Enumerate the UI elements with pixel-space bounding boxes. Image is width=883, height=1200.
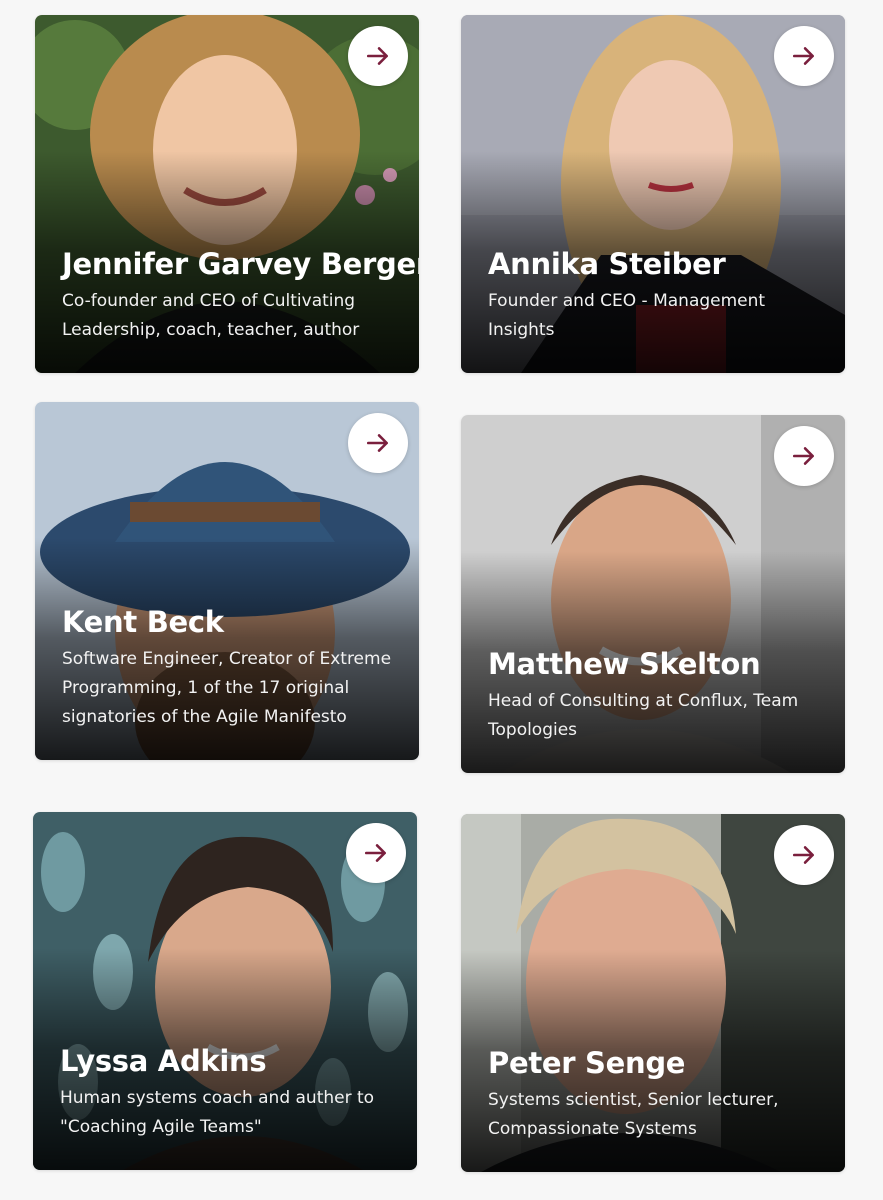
speaker-info: Kent Beck Software Engineer, Creator of … (62, 605, 395, 732)
speaker-card-kent-beck[interactable]: Kent Beck Software Engineer, Creator of … (35, 402, 419, 760)
open-profile-button[interactable] (774, 825, 834, 885)
speaker-card-annika-steiber[interactable]: Annika Steiber Founder and CEO - Managem… (461, 15, 845, 373)
speaker-info: Lyssa Adkins Human systems coach and aut… (60, 1044, 393, 1142)
speaker-role: Systems scientist, Senior lecturer, Comp… (488, 1090, 779, 1139)
speaker-role: Co-founder and CEO of Cultivating Leader… (62, 291, 360, 340)
arrow-right-icon (366, 434, 388, 452)
open-profile-button[interactable] (774, 426, 834, 486)
speaker-card-peter-senge[interactable]: Peter Senge Systems scientist, Senior le… (461, 814, 845, 1172)
open-profile-button[interactable] (346, 823, 406, 883)
speaker-role: Head of Consulting at Conflux, Team Topo… (488, 691, 799, 740)
speaker-name: Jennifer Garvey Berger (62, 247, 419, 281)
speaker-name: Peter Senge (488, 1046, 686, 1080)
speaker-role: Founder and CEO - Management Insights (488, 291, 766, 340)
open-profile-button[interactable] (774, 26, 834, 86)
arrow-right-icon (364, 844, 386, 862)
arrow-right-icon (792, 447, 814, 465)
speaker-name: Kent Beck (62, 605, 224, 639)
arrow-right-icon (792, 846, 814, 864)
open-profile-button[interactable] (348, 413, 408, 473)
arrow-right-icon (366, 47, 388, 65)
speaker-info: Annika Steiber Founder and CEO - Managem… (488, 247, 821, 345)
speaker-role: Human systems coach and auther to "Coach… (60, 1088, 375, 1137)
speaker-card-lyssa-adkins[interactable]: Lyssa Adkins Human systems coach and aut… (33, 812, 417, 1170)
speaker-info: Jennifer Garvey Berger Co-founder and CE… (62, 247, 419, 345)
speaker-name: Matthew Skelton (488, 647, 761, 681)
speaker-card-matthew-skelton[interactable]: Matthew Skelton Head of Consulting at Co… (461, 415, 845, 773)
speaker-info: Peter Senge Systems scientist, Senior le… (488, 1046, 821, 1144)
open-profile-button[interactable] (348, 26, 408, 86)
speaker-name: Annika Steiber (488, 247, 726, 281)
speaker-card-jennifer-garvey-berger[interactable]: Jennifer Garvey Berger Co-founder and CE… (35, 15, 419, 373)
speaker-info: Matthew Skelton Head of Consulting at Co… (488, 647, 821, 745)
speaker-role: Software Engineer, Creator of Extreme Pr… (62, 649, 392, 727)
speaker-name: Lyssa Adkins (60, 1044, 267, 1078)
arrow-right-icon (792, 47, 814, 65)
